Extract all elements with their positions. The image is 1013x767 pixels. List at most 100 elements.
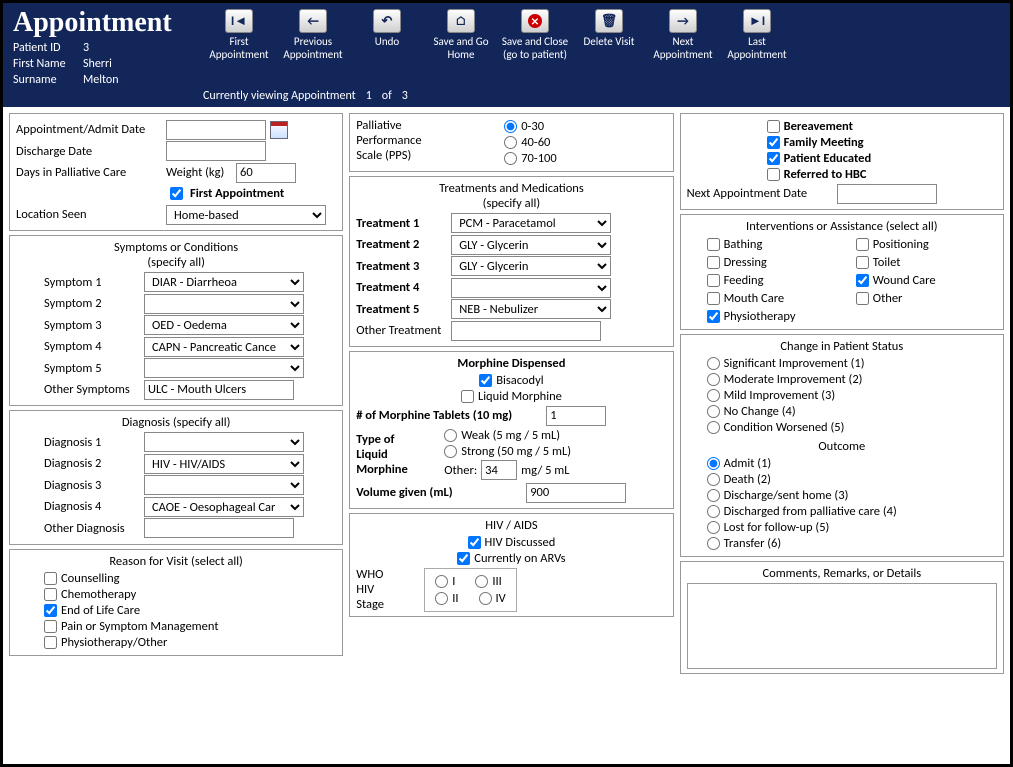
treatment4-label: Treatment 4 [356, 280, 451, 295]
counselling-checkbox[interactable] [44, 572, 57, 585]
arv-label: Currently on ARVs [474, 551, 565, 566]
admit-radio[interactable] [707, 457, 720, 470]
location-seen-label: Location Seen [16, 207, 166, 222]
symptom3-select[interactable]: OED - Oedema [144, 315, 304, 335]
calendar-icon[interactable] [270, 121, 288, 139]
prev-icon: ← [299, 9, 327, 33]
weight-input[interactable] [236, 163, 296, 183]
liquid-morphine-checkbox[interactable] [461, 390, 474, 403]
toilet-checkbox[interactable] [856, 256, 869, 269]
lost-followup-radio[interactable] [707, 521, 720, 534]
pps-70100-radio[interactable] [504, 152, 517, 165]
treatment3-select[interactable]: GLY - Glycerin [451, 256, 611, 276]
volume-label: Volume given (mL) [356, 485, 526, 500]
end-of-life-label: End of Life Care [61, 603, 140, 618]
death-radio[interactable] [707, 473, 720, 486]
symptom5-select[interactable] [144, 358, 304, 378]
save-home-button[interactable]: ⌂ Save and Go Home [425, 9, 497, 87]
admit-date-input[interactable] [166, 120, 266, 140]
symptoms-subtitle: (specify all) [16, 255, 336, 270]
bathing-checkbox[interactable] [707, 238, 720, 251]
family-meeting-checkbox[interactable] [767, 136, 780, 149]
surname-label: Surname [13, 73, 83, 87]
referred-hbc-checkbox[interactable] [767, 168, 780, 181]
other-symptoms-input[interactable] [144, 380, 294, 400]
pps-4060-label: 40-60 [521, 135, 550, 150]
treatment4-select[interactable] [451, 278, 611, 298]
treatment1-label: Treatment 1 [356, 216, 451, 231]
weak-radio[interactable] [444, 429, 457, 442]
other-treatment-input[interactable] [451, 321, 601, 341]
location-seen-select[interactable]: Home-based [166, 205, 326, 225]
discharge-palliative-label: Discharged from palliative care (4) [724, 504, 897, 519]
next-icon: → [669, 9, 697, 33]
treatment5-select[interactable]: NEB - Nebulizer [451, 299, 611, 319]
sig-improve-radio[interactable] [707, 357, 720, 370]
symptom4-select[interactable]: CAPN - Pancreatic Cance [144, 337, 304, 357]
next-appointment-button[interactable]: → Next Appointment [647, 9, 719, 87]
mod-improve-radio[interactable] [707, 373, 720, 386]
tablets-input[interactable] [546, 406, 606, 426]
save-close-button[interactable]: ✕ Save and Close (go to patient) [499, 9, 571, 87]
next-appt-input[interactable] [837, 184, 937, 204]
bisacodyl-checkbox[interactable] [479, 374, 492, 387]
death-label: Death (2) [724, 472, 771, 487]
physiotherapy-checkbox[interactable] [707, 310, 720, 323]
first-appointment-button[interactable]: I◄ First Appointment [203, 9, 275, 87]
arv-checkbox[interactable] [457, 552, 470, 565]
chemotherapy-checkbox[interactable] [44, 588, 57, 601]
discharge-home-radio[interactable] [707, 489, 720, 502]
pps-70100-label: 70-100 [521, 151, 557, 166]
discharge-palliative-radio[interactable] [707, 505, 720, 518]
other-diagnosis-input[interactable] [144, 518, 294, 538]
end-of-life-checkbox[interactable] [44, 604, 57, 617]
stage-iv-radio[interactable] [479, 592, 492, 605]
positioning-checkbox[interactable] [856, 238, 869, 251]
pps-030-radio[interactable] [504, 120, 517, 133]
symptom1-select[interactable]: DIAR - Diarrheoa [144, 272, 304, 292]
treatments-title: Treatments and Medications [356, 181, 666, 196]
undo-button[interactable]: ↶ Undo [351, 9, 423, 87]
symptom2-select[interactable] [144, 294, 304, 314]
treatment2-select[interactable]: GLY - Glycerin [451, 235, 611, 255]
stage-iii-radio[interactable] [475, 575, 488, 588]
transfer-radio[interactable] [707, 537, 720, 550]
pps-4060-radio[interactable] [504, 136, 517, 149]
mild-improve-radio[interactable] [707, 389, 720, 402]
morphine-other-input[interactable] [481, 460, 517, 480]
mouth-care-checkbox[interactable] [707, 292, 720, 305]
comments-title: Comments, Remarks, or Details [687, 566, 997, 581]
symptoms-group: Symptoms or Conditions (specify all) Sym… [9, 235, 343, 406]
pps-l3: Scale (PPS) [356, 148, 496, 163]
pain-symptom-checkbox[interactable] [44, 620, 57, 633]
previous-appointment-button[interactable]: ← Previous Appointment [277, 9, 349, 87]
other-intervention-checkbox[interactable] [856, 292, 869, 305]
treatment1-select[interactable]: PCM - Paracetamol [451, 213, 611, 233]
stage-i-radio[interactable] [435, 575, 448, 588]
stage-iii-label: III [492, 574, 501, 589]
discharge-date-input[interactable] [166, 141, 266, 161]
diagnosis3-select[interactable] [144, 475, 304, 495]
worsened-radio[interactable] [707, 421, 720, 434]
bereavement-checkbox[interactable] [767, 120, 780, 133]
diagnosis2-select[interactable]: HIV - HIV/AIDS [144, 454, 304, 474]
no-change-radio[interactable] [707, 405, 720, 418]
strong-radio[interactable] [444, 445, 457, 458]
stage-ii-radio[interactable] [435, 592, 448, 605]
physiotherapy-other-checkbox[interactable] [44, 636, 57, 649]
status-prefix: Currently viewing Appointment [203, 89, 356, 103]
feeding-checkbox[interactable] [707, 274, 720, 287]
diagnosis1-select[interactable] [144, 432, 304, 452]
delete-visit-button[interactable]: 🗑 Delete Visit [573, 9, 645, 87]
comments-textarea[interactable] [687, 583, 997, 669]
dressing-checkbox[interactable] [707, 256, 720, 269]
hiv-discussed-checkbox[interactable] [468, 536, 481, 549]
patient-educated-checkbox[interactable] [767, 152, 780, 165]
last-appointment-button[interactable]: ►I Last Appointment [721, 9, 793, 87]
first-appointment-checkbox[interactable] [170, 187, 183, 200]
diagnosis4-select[interactable]: CAOE - Oesophageal Car [144, 497, 304, 517]
wound-care-checkbox[interactable] [856, 274, 869, 287]
volume-input[interactable] [526, 483, 626, 503]
first-name-label: First Name [13, 57, 83, 71]
days-palliative-label: Days in Palliative Care [16, 165, 166, 180]
